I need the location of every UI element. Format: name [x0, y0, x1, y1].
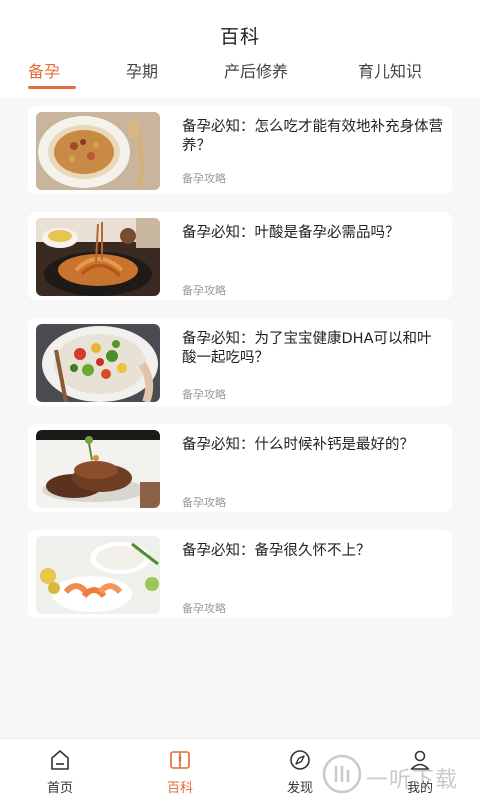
watermark-text: 一听下载 — [366, 768, 459, 793]
article-title: 备孕必知：备孕很久怀不上？ — [182, 543, 371, 559]
article-card[interactable]: 备孕必知：叶酸是备孕必需品吗？ 备孕攻略 — [28, 212, 452, 300]
shrimp-rice-image — [36, 536, 160, 614]
home-icon — [51, 750, 69, 770]
vegetable-salad-image — [36, 324, 160, 402]
pasta-plate-image — [36, 112, 160, 190]
watermark-logo-icon — [322, 754, 362, 794]
grilled-meat-image — [36, 430, 160, 508]
book-icon — [170, 751, 190, 769]
article-thumbnail — [36, 430, 160, 508]
article-thumbnail — [36, 536, 160, 614]
article-card[interactable]: 备孕必知：备孕很久怀不上？ 备孕攻略 — [28, 530, 452, 618]
article-thumbnail — [36, 218, 160, 296]
nav-home[interactable]: 首页 — [20, 739, 100, 800]
nav-label: 首页 — [46, 781, 73, 796]
noodle-dish-image — [36, 218, 160, 296]
article-title: 备孕必知：什么时候补钙是最好的？ — [182, 437, 414, 453]
article-category-tag: 备孕攻略 — [182, 388, 226, 401]
article-thumbnail — [36, 324, 160, 402]
article-category-tag: 备孕攻略 — [182, 602, 226, 615]
tab-yuer[interactable]: 育儿知识 — [358, 58, 422, 82]
active-tab-indicator — [28, 86, 76, 89]
article-thumbnail — [36, 112, 160, 190]
article-category-tag: 备孕攻略 — [182, 172, 226, 185]
watermark: 一听下载 — [318, 748, 480, 800]
app-root: 百科 备孕 孕期 产后修养 育儿知识 备孕必知：怎么吃才能有效地补充身体营养？ … — [0, 0, 480, 800]
tab-chanhou[interactable]: 产后修养 — [224, 58, 288, 82]
article-title: 备孕必知：叶酸是备孕必需品吗？ — [182, 225, 400, 241]
tab-beiyun[interactable]: 备孕 — [28, 58, 60, 82]
nav-label: 百科 — [166, 781, 193, 796]
tab-yunqi[interactable]: 孕期 — [126, 58, 158, 82]
article-card[interactable]: 备孕必知：为了宝宝健康DHA可以和叶酸一起吃吗？ 备孕攻略 — [28, 318, 452, 406]
header: 百科 备孕 孕期 产后修养 育儿知识 — [0, 0, 480, 98]
article-card[interactable]: 备孕必知：什么时候补钙是最好的？ 备孕攻略 — [28, 424, 452, 512]
article-title: 备孕必知：为了宝宝健康DHA可以和叶酸一起吃吗？ — [182, 331, 432, 366]
page-title: 百科 — [219, 26, 260, 48]
article-card[interactable]: 备孕必知：怎么吃才能有效地补充身体营养？ 备孕攻略 — [28, 106, 452, 194]
article-title: 备孕必知：怎么吃才能有效地补充身体营养？ — [182, 119, 443, 154]
article-category-tag: 备孕攻略 — [182, 284, 226, 297]
article-category-tag: 备孕攻略 — [182, 496, 226, 509]
compass-icon — [290, 750, 310, 770]
nav-encyclopedia[interactable]: 百科 — [140, 739, 220, 800]
